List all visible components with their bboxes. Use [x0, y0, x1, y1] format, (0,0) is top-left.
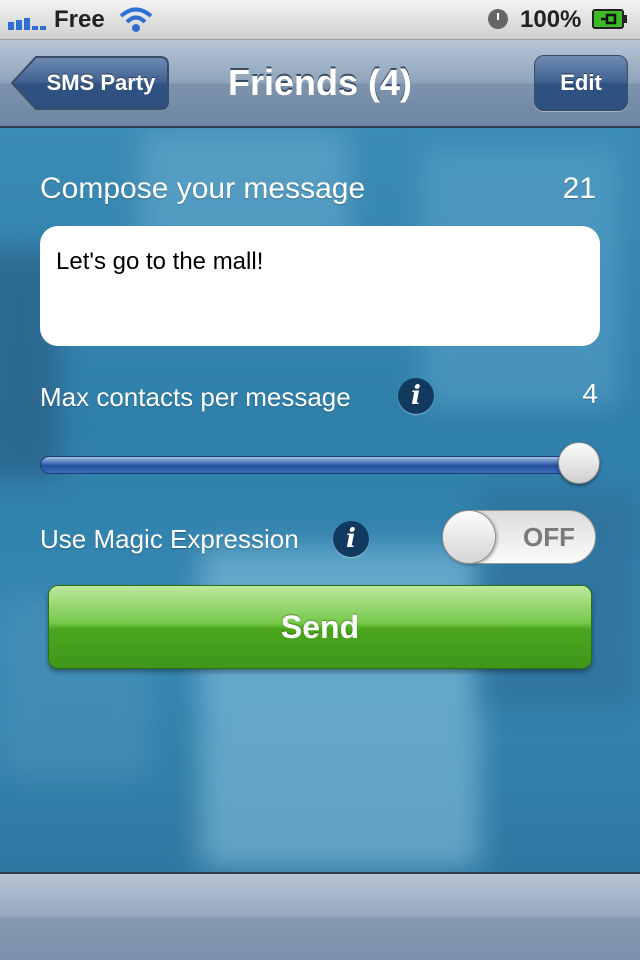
message-input[interactable]: Let's go to the mall! — [40, 226, 600, 346]
magic-expression-toggle[interactable]: OFF — [442, 510, 596, 564]
alarm-clock-icon — [488, 9, 508, 29]
max-contacts-value: 4 — [582, 378, 598, 409]
page-title: Friends (4) — [227, 62, 413, 103]
char-count: 21 — [562, 172, 596, 205]
info-icon[interactable]: i — [398, 378, 434, 414]
magic-expression-label: Use Magic Expression — [40, 524, 299, 554]
compose-heading: Compose your message — [40, 172, 366, 205]
max-contacts-slider[interactable] — [40, 456, 600, 474]
max-contacts-label: Max contacts per message — [40, 382, 351, 412]
navigation-bar: SMS Party Friends (4) Edit — [0, 40, 640, 128]
signal-bars-icon — [8, 18, 46, 30]
battery-percent: 100% — [520, 6, 582, 33]
slider-thumb[interactable] — [558, 442, 600, 484]
back-button-label: SMS Party — [46, 70, 156, 95]
edit-button[interactable]: Edit — [534, 55, 628, 111]
battery-charging-icon — [592, 9, 627, 29]
back-button[interactable]: SMS Party — [10, 55, 170, 111]
send-button[interactable]: Send — [48, 585, 592, 669]
toggle-state-text: OFF — [523, 522, 575, 552]
info-icon[interactable]: i — [333, 521, 369, 557]
carrier-name: Free — [54, 6, 105, 33]
status-bar: Free 100% — [0, 0, 640, 40]
bottom-toolbar — [0, 872, 640, 960]
toggle-knob — [442, 510, 496, 564]
wifi-icon — [119, 7, 153, 32]
